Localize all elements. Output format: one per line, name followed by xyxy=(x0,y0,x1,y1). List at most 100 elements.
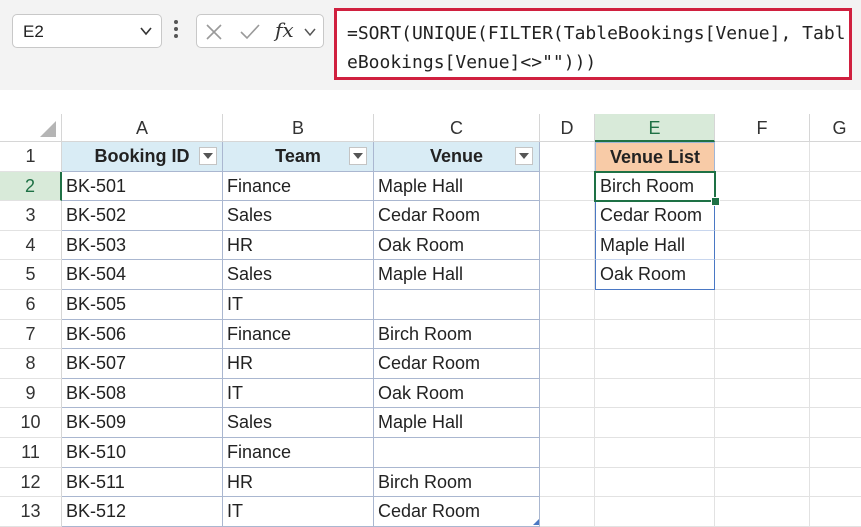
team-cell[interactable]: IT xyxy=(223,290,374,320)
row-header[interactable]: 9 xyxy=(0,378,62,409)
venue-cell[interactable] xyxy=(374,438,540,468)
column-header-b[interactable]: B xyxy=(223,114,374,142)
row-header[interactable]: 3 xyxy=(0,201,62,231)
cell-empty[interactable] xyxy=(715,201,810,231)
venue-cell[interactable]: Cedar Room xyxy=(374,497,540,527)
fill-handle[interactable] xyxy=(711,197,720,206)
venue-list-item[interactable]: Maple Hall xyxy=(595,230,715,261)
cell-empty[interactable] xyxy=(595,438,715,468)
name-box[interactable]: E2 xyxy=(12,14,162,48)
more-options-icon[interactable] xyxy=(173,19,179,44)
cell-empty[interactable] xyxy=(715,467,810,498)
booking-id-cell[interactable]: BK-509 xyxy=(62,408,223,438)
cell-empty[interactable] xyxy=(715,260,810,290)
row-header[interactable]: 5 xyxy=(0,260,62,290)
booking-id-cell[interactable]: BK-501 xyxy=(62,171,223,202)
booking-id-cell[interactable]: BK-507 xyxy=(62,349,223,379)
venue-cell[interactable]: Cedar Room xyxy=(374,201,540,231)
table-resize-handle[interactable] xyxy=(533,519,539,525)
venue-list-item[interactable]: Oak Room xyxy=(595,260,715,290)
venue-cell[interactable]: Oak Room xyxy=(374,378,540,409)
filter-dropdown-icon[interactable] xyxy=(515,147,533,165)
row-header[interactable]: 12 xyxy=(0,467,62,498)
team-cell[interactable]: IT xyxy=(223,378,374,409)
cell-empty[interactable] xyxy=(810,290,861,320)
row-header[interactable]: 1 xyxy=(0,142,62,172)
row-header[interactable]: 13 xyxy=(0,497,62,527)
cell-empty[interactable] xyxy=(810,349,861,379)
team-cell[interactable]: HR xyxy=(223,349,374,379)
venue-cell[interactable]: Cedar Room xyxy=(374,349,540,379)
cancel-icon[interactable] xyxy=(205,23,223,46)
booking-id-cell[interactable]: BK-503 xyxy=(62,230,223,261)
venue-cell[interactable]: Maple Hall xyxy=(374,171,540,202)
table-header-team[interactable]: Team xyxy=(223,142,374,172)
cell-empty[interactable] xyxy=(595,408,715,438)
cell-empty[interactable] xyxy=(595,319,715,350)
table-header-venue[interactable]: Venue xyxy=(374,142,540,172)
cell-empty[interactable] xyxy=(540,142,595,172)
cell-empty[interactable] xyxy=(595,467,715,498)
cell-empty[interactable] xyxy=(810,142,861,172)
cell-empty[interactable] xyxy=(540,408,595,438)
booking-id-cell[interactable]: BK-512 xyxy=(62,497,223,527)
cell-empty[interactable] xyxy=(540,349,595,379)
cell-empty[interactable] xyxy=(540,438,595,468)
cell-empty[interactable] xyxy=(540,171,595,202)
cell-empty[interactable] xyxy=(715,497,810,527)
venue-cell[interactable]: Oak Room xyxy=(374,230,540,261)
team-cell[interactable]: Sales xyxy=(223,408,374,438)
cell-empty[interactable] xyxy=(810,260,861,290)
cell-empty[interactable] xyxy=(595,497,715,527)
chevron-down-icon[interactable] xyxy=(303,25,317,44)
column-header-c[interactable]: C xyxy=(374,114,540,142)
cell-empty[interactable] xyxy=(540,319,595,350)
booking-id-cell[interactable]: BK-502 xyxy=(62,201,223,231)
row-header[interactable]: 4 xyxy=(0,230,62,261)
cell-empty[interactable] xyxy=(810,379,861,409)
booking-id-cell[interactable]: BK-506 xyxy=(62,319,223,350)
venue-cell[interactable]: Birch Room xyxy=(374,467,540,498)
cell-empty[interactable] xyxy=(715,290,810,320)
venue-list-header[interactable]: Venue List xyxy=(595,142,715,172)
filter-dropdown-icon[interactable] xyxy=(199,147,217,165)
cell-empty[interactable] xyxy=(540,497,595,527)
row-header[interactable]: 10 xyxy=(0,408,62,438)
venue-list-item[interactable]: Cedar Room xyxy=(595,201,715,231)
cell-empty[interactable] xyxy=(810,320,861,350)
row-header[interactable]: 11 xyxy=(0,438,62,468)
booking-id-cell[interactable]: BK-511 xyxy=(62,467,223,498)
team-cell[interactable]: Sales xyxy=(223,260,374,290)
column-header-g[interactable]: G xyxy=(810,114,861,142)
cell-empty[interactable] xyxy=(595,290,715,320)
cell-empty[interactable] xyxy=(540,467,595,498)
cell-empty[interactable] xyxy=(540,260,595,290)
formula-input[interactable]: =SORT(UNIQUE(FILTER(TableBookings[Venue]… xyxy=(334,8,852,80)
cell-empty[interactable] xyxy=(715,230,810,261)
team-cell[interactable]: Finance xyxy=(223,319,374,350)
team-cell[interactable]: Finance xyxy=(223,171,374,202)
cell-empty[interactable] xyxy=(715,408,810,438)
booking-id-cell[interactable]: BK-510 xyxy=(62,438,223,468)
booking-id-cell[interactable]: BK-504 xyxy=(62,260,223,290)
team-cell[interactable]: HR xyxy=(223,230,374,261)
select-all-corner[interactable] xyxy=(0,114,62,142)
venue-cell[interactable]: Maple Hall xyxy=(374,408,540,438)
row-header[interactable]: 6 xyxy=(0,290,62,320)
chevron-down-icon[interactable] xyxy=(139,24,153,43)
row-header[interactable]: 8 xyxy=(0,349,62,379)
cell-empty[interactable] xyxy=(810,497,861,527)
cell-empty[interactable] xyxy=(810,172,861,202)
column-header-d[interactable]: D xyxy=(540,114,595,142)
column-header-a[interactable]: A xyxy=(62,114,223,142)
cell-empty[interactable] xyxy=(715,349,810,379)
booking-id-cell[interactable]: BK-508 xyxy=(62,378,223,409)
cell-empty[interactable] xyxy=(810,201,861,231)
cell-empty[interactable] xyxy=(540,290,595,320)
cell-empty[interactable] xyxy=(595,349,715,379)
team-cell[interactable]: IT xyxy=(223,497,374,527)
cell-empty[interactable] xyxy=(715,438,810,468)
cell-empty[interactable] xyxy=(715,142,810,172)
column-header-f[interactable]: F xyxy=(715,114,810,142)
enter-check-icon[interactable] xyxy=(239,23,261,46)
